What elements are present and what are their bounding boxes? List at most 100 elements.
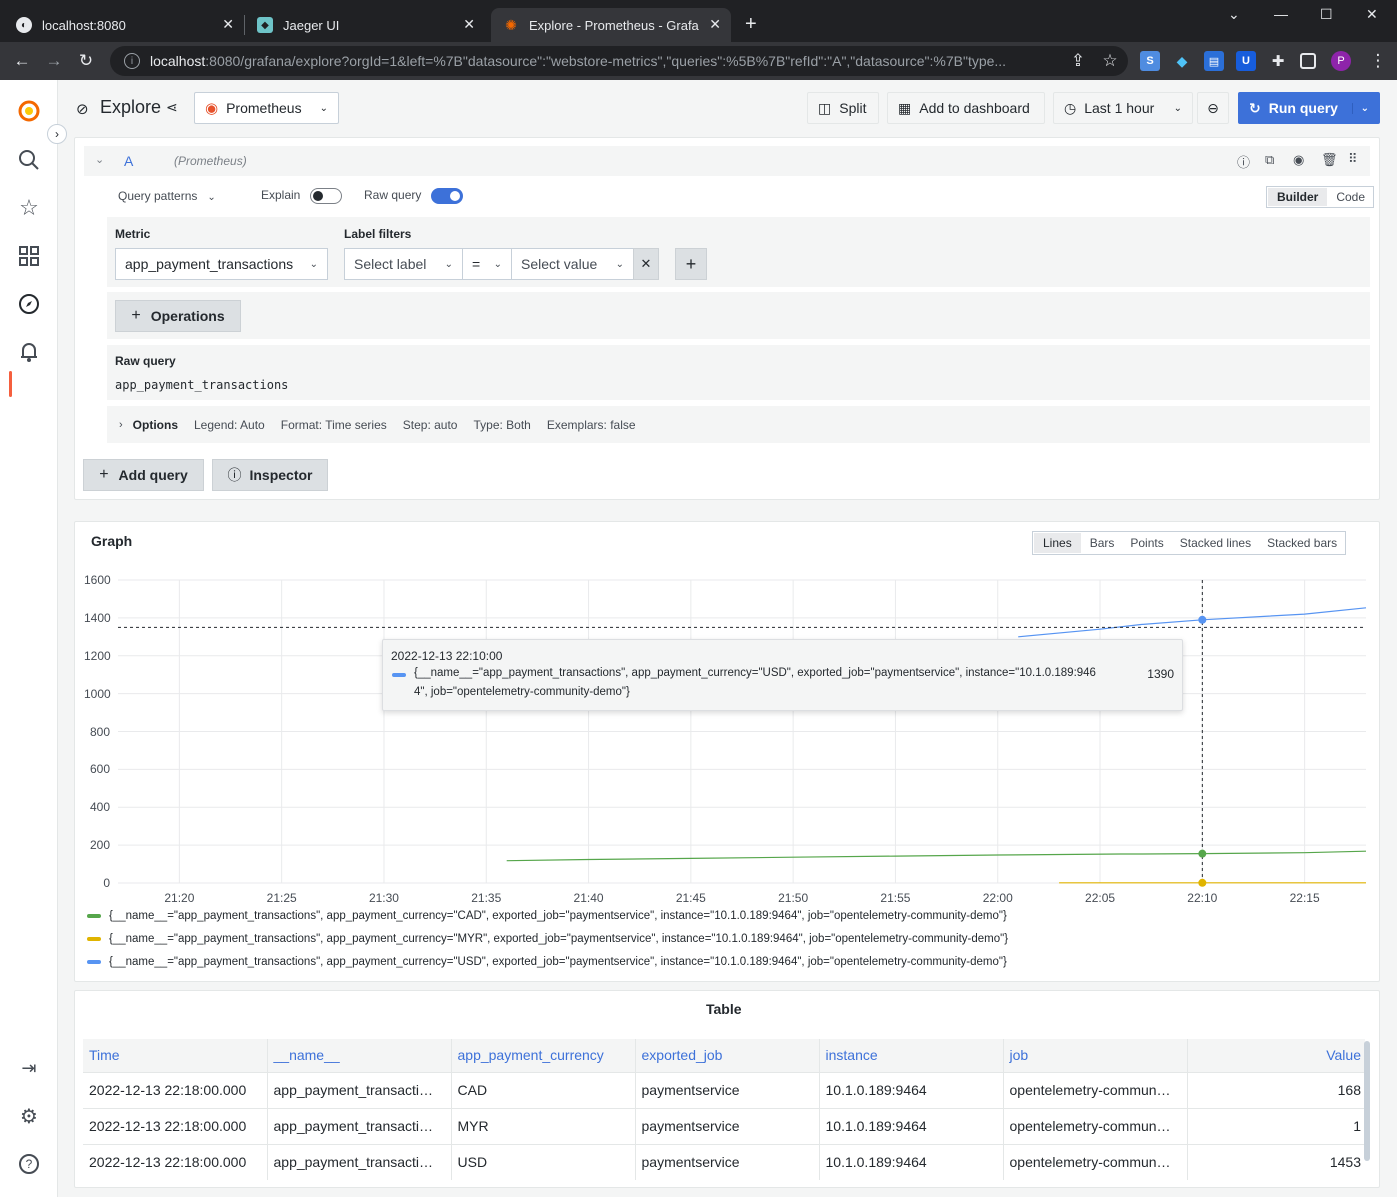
cell-value: 1 xyxy=(1187,1107,1365,1144)
query-ref-id[interactable]: A xyxy=(124,153,133,169)
extension-bitwarden-icon[interactable]: U xyxy=(1236,51,1256,71)
add-filter-button[interactable]: + xyxy=(675,248,707,280)
legend-item[interactable]: {__name__="app_payment_transactions", ap… xyxy=(87,933,1008,945)
extension-s-icon[interactable]: S xyxy=(1140,51,1160,71)
column-header[interactable]: instance xyxy=(819,1039,1004,1072)
cell-currency: MYR xyxy=(451,1107,636,1144)
back-icon[interactable]: ← xyxy=(6,51,38,71)
metric-select[interactable]: app_payment_transactions ⌄ xyxy=(115,248,328,280)
operations-button[interactable]: + Operations xyxy=(115,300,241,332)
column-header[interactable]: Time xyxy=(83,1039,268,1072)
trash-icon[interactable]: 🗑 xyxy=(1321,152,1338,168)
remove-filter-button[interactable]: ✕ xyxy=(633,248,659,280)
search-icon[interactable] xyxy=(17,148,41,172)
legend-item[interactable]: {__name__="app_payment_transactions", ap… xyxy=(87,910,1007,922)
grafana-logo-icon[interactable] xyxy=(17,99,41,123)
add-to-dashboard-button[interactable]: ▦ Add to dashboard xyxy=(887,92,1045,124)
extensions-puzzle-icon[interactable]: ✚ xyxy=(1268,51,1288,71)
run-query-button[interactable]: ↻ Run query ⌄ xyxy=(1238,92,1380,124)
plus-icon: + xyxy=(685,253,697,274)
column-header[interactable]: __name__ xyxy=(267,1039,452,1072)
explore-topbar: ⊘ Explore ⋖ ◉ Prometheus ⌄ ◫ Split ▦ Add t… xyxy=(58,80,1397,136)
column-header[interactable]: app_payment_currency xyxy=(451,1039,636,1072)
tooltip-value: 1390 xyxy=(1147,667,1174,681)
chevron-down-icon[interactable]: ⌄ xyxy=(1351,102,1369,114)
x-tick-label: 22:15 xyxy=(1289,891,1320,905)
mode-lines[interactable]: Lines xyxy=(1034,533,1081,553)
sign-in-icon[interactable]: ⇥ xyxy=(17,1056,41,1080)
operator-select[interactable]: = ⌄ xyxy=(462,248,512,280)
mode-stacked-lines[interactable]: Stacked lines xyxy=(1172,533,1259,553)
share-icon[interactable]: ⇪ xyxy=(1062,51,1094,71)
starred-icon[interactable]: ☆ xyxy=(17,195,41,220)
address-bar[interactable]: i localhost:8080/grafana/explore?orgId=1… xyxy=(110,46,1128,76)
explore-compass-icon[interactable] xyxy=(17,292,41,316)
time-range-picker[interactable]: ◷ Last 1 hour ⌄ xyxy=(1053,92,1193,124)
label-select[interactable]: Select label ⌄ xyxy=(344,248,463,280)
browser-tab[interactable]: ◐ localhost:8080 ✕ xyxy=(4,8,244,42)
column-header[interactable]: exported_job xyxy=(635,1039,820,1072)
close-tab-icon[interactable]: ✕ xyxy=(222,16,234,33)
mode-points[interactable]: Points xyxy=(1122,533,1171,553)
cell-job: opentelemetry-commun… xyxy=(1003,1107,1188,1144)
mode-bars[interactable]: Bars xyxy=(1082,533,1123,553)
mode-stacked-bars[interactable]: Stacked bars xyxy=(1259,533,1345,553)
column-header[interactable]: Value xyxy=(1187,1039,1365,1072)
table-title: Table xyxy=(706,1001,742,1017)
site-info-icon[interactable]: i xyxy=(124,53,140,69)
extension-blue-icon[interactable]: ▤ xyxy=(1204,51,1224,71)
extension-gem-icon[interactable]: ◆ xyxy=(1172,51,1192,71)
add-query-button[interactable]: + Add query xyxy=(83,459,204,491)
split-button[interactable]: ◫ Split xyxy=(807,92,879,124)
alerting-bell-icon[interactable] xyxy=(17,340,41,364)
x-tick-label: 21:25 xyxy=(266,891,297,905)
collapse-chevron-icon[interactable]: ⌄ xyxy=(95,153,104,166)
close-tab-icon[interactable]: ✕ xyxy=(709,16,721,33)
browser-menu-icon[interactable]: ⋮ xyxy=(1362,51,1394,71)
browser-toolbar: ← → ↻ i localhost:8080/grafana/explore?o… xyxy=(0,42,1397,80)
share-icon[interactable]: ⋖ xyxy=(166,99,178,116)
datasource-picker[interactable]: ◉ Prometheus ⌄ xyxy=(194,92,339,124)
zoom-out-button[interactable]: ⊖ xyxy=(1197,92,1229,124)
graph-mode-switch: Lines Bars Points Stacked lines Stacked … xyxy=(1032,531,1347,555)
browser-tab[interactable]: ◆ Jaeger UI ✕ xyxy=(245,8,485,42)
query-patterns-dropdown[interactable]: Query patterns ⌄ xyxy=(118,189,216,203)
close-tab-icon[interactable]: ✕ xyxy=(463,16,475,33)
eye-icon[interactable]: ◉ xyxy=(1293,152,1304,168)
explain-toggle[interactable]: Explain xyxy=(261,188,343,204)
legend-item[interactable]: {__name__="app_payment_transactions", ap… xyxy=(87,956,1007,968)
options-row[interactable]: › Options Legend: Auto Format: Time seri… xyxy=(107,406,1370,443)
settings-gear-icon[interactable]: ⚙ xyxy=(17,1104,41,1128)
close-window-icon[interactable]: ✕ xyxy=(1366,6,1378,23)
tab-search-icon[interactable]: ⌄ xyxy=(1228,6,1240,23)
chevron-down-icon: ⌄ xyxy=(615,258,624,270)
close-icon: ✕ xyxy=(640,256,652,271)
help-icon[interactable]: ? xyxy=(17,1152,41,1176)
new-tab-icon[interactable]: + xyxy=(745,13,757,36)
browser-tab-active[interactable]: ✺ Explore - Prometheus - Grafana ✕ xyxy=(491,8,731,42)
x-tick-label: 21:35 xyxy=(471,891,502,905)
duplicate-icon[interactable]: ⧉ xyxy=(1265,152,1274,168)
minimize-icon[interactable]: — xyxy=(1274,6,1288,22)
table-scrollbar[interactable] xyxy=(1364,1041,1370,1161)
raw-query-toggle[interactable]: Raw query xyxy=(364,188,464,204)
value-select[interactable]: Select value ⌄ xyxy=(511,248,634,280)
reload-icon[interactable]: ↻ xyxy=(70,51,102,71)
operations-row xyxy=(107,292,1370,339)
side-panel-icon[interactable] xyxy=(1300,53,1316,69)
builder-tab[interactable]: Builder xyxy=(1268,188,1328,206)
forward-icon[interactable]: → xyxy=(38,51,70,71)
dashboards-icon[interactable] xyxy=(17,244,41,268)
raw-query-switch[interactable] xyxy=(431,188,464,204)
bookmark-star-icon[interactable]: ☆ xyxy=(1094,51,1126,71)
column-header[interactable]: job xyxy=(1003,1039,1188,1072)
profile-avatar[interactable]: P xyxy=(1331,51,1351,71)
drag-handle-icon[interactable]: ⠿ xyxy=(1348,151,1358,167)
expand-sidebar-icon[interactable]: › xyxy=(47,124,67,144)
maximize-icon[interactable]: ☐ xyxy=(1320,6,1333,23)
code-tab[interactable]: Code xyxy=(1328,187,1373,207)
inspector-button[interactable]: ⓘ Inspector xyxy=(212,459,328,491)
help-icon[interactable]: ⓘ xyxy=(1237,152,1250,171)
explain-switch[interactable] xyxy=(310,188,343,204)
prometheus-icon: ◉ xyxy=(205,100,219,117)
